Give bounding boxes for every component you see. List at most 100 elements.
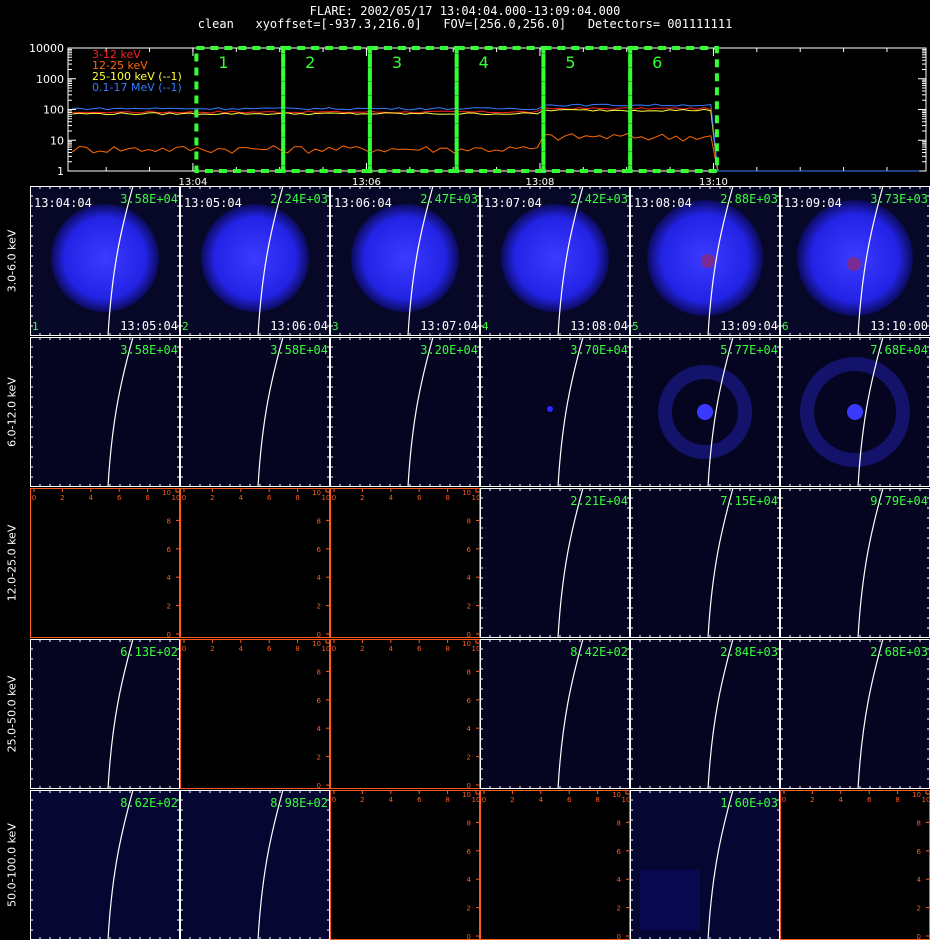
axis-tick-label: 0: [617, 933, 621, 940]
image-background: [30, 790, 180, 940]
axis-tick-label: 10: [472, 645, 480, 653]
y-tick-label: 10000: [29, 42, 64, 55]
series-line-0: [72, 106, 920, 172]
axis-tick-label: 2: [810, 796, 814, 804]
empty-panel-frame: [330, 488, 480, 638]
image-background: [30, 337, 180, 487]
noise-patch: [640, 870, 700, 930]
image-cell: 7.15E+04: [630, 488, 780, 638]
image-panel: 0 0 2 2 4 4 6 6 8 8 1010: [180, 488, 330, 638]
max-value-label: 2.42E+03: [570, 192, 628, 206]
axis-tick-label: 6: [417, 645, 422, 653]
axis-tick-label: 2: [360, 494, 364, 502]
axis-tick-label: 0: [467, 631, 471, 638]
image-panel: [630, 790, 780, 940]
y-tick-label: 1: [57, 165, 64, 178]
interval-label: 5: [565, 53, 575, 72]
max-value-label: 7.68E+04: [870, 343, 928, 357]
max-value-label: 1.60E+03: [720, 796, 778, 810]
axis-tick-label: 6: [867, 796, 872, 804]
max-value-label: 2.68E+03: [870, 645, 928, 659]
image-background: [180, 790, 330, 940]
axis-tick-label: 8: [317, 668, 321, 676]
image-background: [480, 488, 630, 638]
y-tick-label: 1000: [36, 73, 64, 86]
image-panel: [780, 488, 930, 638]
image-panel: [30, 790, 180, 940]
axis-tick-label: 0: [182, 645, 186, 653]
axis-tick-label: 4: [389, 494, 394, 502]
axis-tick-label: 0: [32, 494, 36, 502]
axis-tick-label: 10: [322, 494, 330, 502]
image-panel: [330, 337, 480, 487]
axis-tick-label: 10: [462, 489, 471, 497]
interval-index-label: 1: [32, 320, 39, 333]
image-background: [780, 639, 930, 789]
max-value-label: 9.79E+04: [870, 494, 928, 508]
image-panel: 0 0 2 2 4 4 6 6 8 8 1010: [480, 790, 630, 940]
axis-tick-label: 2: [467, 905, 471, 913]
image-panel: [780, 337, 930, 487]
core-source: [697, 404, 713, 420]
interval-index-label: 6: [782, 320, 789, 333]
image-panel: [30, 337, 180, 487]
axis-tick-label: 2: [617, 905, 621, 913]
axis-tick-label: 10: [612, 791, 621, 799]
end-time-label: 13:06:04: [270, 319, 328, 333]
axis-tick-label: 6: [167, 546, 172, 554]
x-tick-label: 13:04: [179, 177, 208, 186]
interval-index-label: 2: [182, 320, 189, 333]
x-tick-label: 13:06: [352, 177, 381, 186]
energy-band-label: 6.0-12.0 keV: [2, 337, 22, 487]
empty-panel-frame: [180, 639, 330, 789]
axis-tick-label: 8: [917, 819, 921, 827]
image-panel: [630, 488, 780, 638]
image-background: [630, 488, 780, 638]
empty-panel-frame: [180, 488, 330, 638]
image-cell: 8.98E+02: [180, 790, 330, 940]
image-background: [330, 337, 480, 487]
axis-tick-label: 8: [145, 494, 149, 502]
axis-tick-label: 2: [317, 754, 321, 762]
image-cell: 0 0 2 2 4 4 6 6 8 8 10 10: [330, 790, 480, 940]
image-cell: 5.77E+04: [630, 337, 780, 487]
axis-tick-label: 6: [267, 645, 272, 653]
image-panel: [180, 337, 330, 487]
axis-tick-label: 8: [295, 494, 299, 502]
max-value-label: 3.58E+04: [120, 343, 178, 357]
image-panel: 0 0 2 2 4 4 6 6 8 8 1010: [30, 488, 180, 638]
axis-tick-label: 10: [462, 640, 471, 648]
image-cell: 0 0 2 2 4 4 6 6 8 8 10 10: [30, 488, 180, 638]
start-time-label: 13:08:04: [634, 196, 692, 210]
axis-tick-label: 8: [445, 796, 449, 804]
axis-tick-label: 4: [539, 796, 544, 804]
interval-index-label: 5: [632, 320, 639, 333]
axis-tick-label: 6: [417, 796, 422, 804]
image-panel: [180, 790, 330, 940]
image-cell: 8.42E+02: [480, 639, 630, 789]
image-panel: [480, 639, 630, 789]
axis-tick-label: 4: [617, 876, 622, 884]
start-time-label: 13:06:04: [334, 196, 392, 210]
axis-tick-label: 0: [182, 494, 186, 502]
image-cell: 3.73E+03 13:09:04 13:10:00 6: [780, 186, 930, 336]
axis-tick-label: 6: [267, 494, 272, 502]
axis-tick-label: 0: [317, 782, 321, 789]
interval-label: 1: [218, 53, 228, 72]
image-cell: 0 0 2 2 4 4 6 6 8 8 10 10: [180, 639, 330, 789]
image-panel: 0 0 2 2 4 4 6 6 8 8 1010: [330, 639, 480, 789]
axis-tick-label: 8: [167, 517, 171, 525]
end-time-label: 13:05:04: [120, 319, 178, 333]
interval-label: 2: [305, 53, 315, 72]
image-cell: 2.21E+04: [480, 488, 630, 638]
axis-tick-label: 8: [595, 796, 599, 804]
energy-band-text: 3.0-6.0 keV: [5, 229, 19, 293]
max-value-label: 3.58E+04: [270, 343, 328, 357]
image-cell: 2.24E+03 13:05:04 13:06:04 2: [180, 186, 330, 336]
max-value-label: 3.70E+04: [570, 343, 628, 357]
axis-tick-label: 10: [472, 796, 480, 804]
axis-tick-label: 6: [317, 546, 322, 554]
image-background: [480, 337, 630, 487]
empty-panel-frame: [330, 639, 480, 789]
axis-tick-label: 2: [210, 494, 214, 502]
